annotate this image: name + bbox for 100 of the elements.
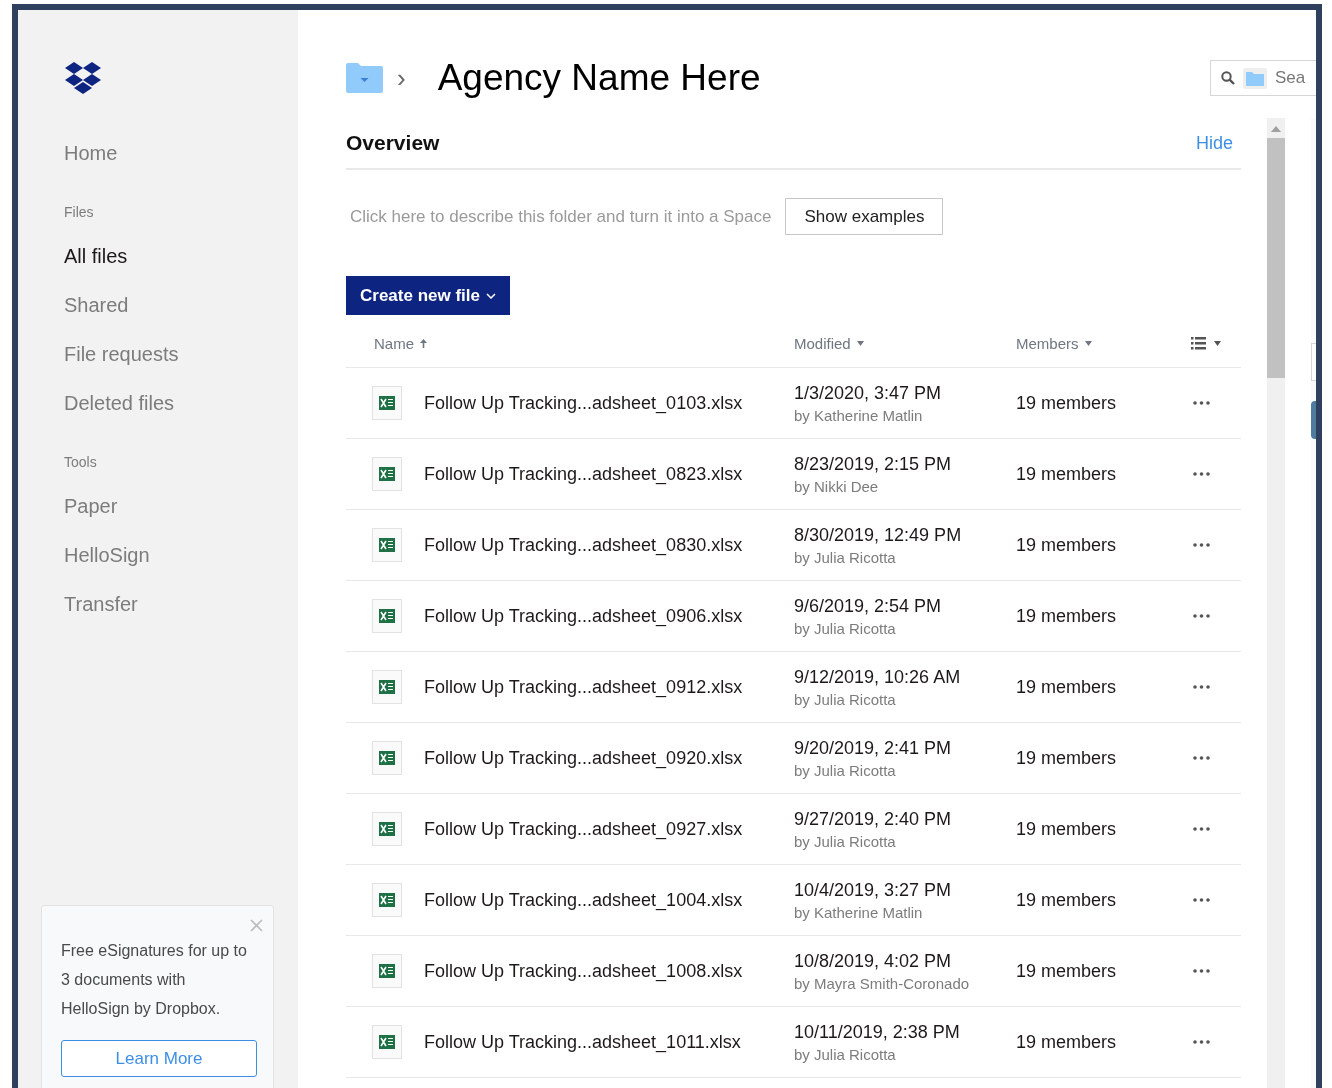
modified-by: by Julia Ricotta bbox=[794, 832, 896, 850]
spreadsheet-file-icon bbox=[372, 386, 402, 420]
sidebar-item[interactable]: Shared bbox=[64, 293, 129, 317]
sidebar-item[interactable]: Transfer bbox=[64, 592, 138, 616]
show-examples-button[interactable]: Show examples bbox=[785, 198, 944, 235]
more-button[interactable] bbox=[1191, 825, 1212, 833]
members-count: 19 members bbox=[1016, 960, 1118, 982]
folder-icon bbox=[1246, 70, 1264, 86]
more-icon bbox=[1193, 685, 1210, 689]
sidebar-item[interactable]: File requests bbox=[64, 342, 179, 366]
more-button[interactable] bbox=[1191, 754, 1212, 762]
members-count: 19 members bbox=[1016, 534, 1118, 556]
more-icon bbox=[1193, 756, 1210, 760]
file-name[interactable]: Follow Up Tracking...adsheet_1008.xlsx bbox=[424, 960, 794, 982]
sidebar-item[interactable]: Deleted files bbox=[64, 391, 175, 415]
modified-by: by Katherine Matlin bbox=[794, 903, 923, 921]
promo-text: Free eSignatures for up to 3 documents with HelloSign by Dropbox. bbox=[61, 941, 248, 1019]
spreadsheet-file-icon bbox=[372, 457, 402, 491]
search-icon bbox=[1221, 71, 1235, 85]
overview-heading: Overview bbox=[346, 131, 440, 155]
more-icon bbox=[1193, 898, 1210, 902]
dropbox-logo bbox=[64, 62, 102, 96]
modified-by: by Julia Ricotta bbox=[794, 761, 896, 779]
modified-by: by Julia Ricotta bbox=[794, 690, 896, 708]
more-button[interactable] bbox=[1191, 967, 1212, 975]
more-icon bbox=[1193, 543, 1210, 547]
sidebar-item[interactable]: All files bbox=[64, 244, 128, 268]
create-new-file-button[interactable]: Create new file bbox=[346, 276, 510, 315]
spreadsheet-file-icon bbox=[372, 741, 402, 775]
more-button[interactable] bbox=[1191, 1038, 1212, 1046]
breadcrumb-separator: › bbox=[397, 65, 406, 91]
modified-date: 9/6/2019, 2:54 PM bbox=[794, 595, 942, 617]
file-name[interactable]: Follow Up Tracking...adsheet_1004.xlsx bbox=[424, 889, 794, 911]
file-name[interactable]: Follow Up Tracking...adsheet_0920.xlsx bbox=[424, 747, 794, 769]
more-icon bbox=[1193, 827, 1210, 831]
scrollbar[interactable] bbox=[1267, 118, 1285, 1088]
spreadsheet-file-icon bbox=[372, 812, 402, 846]
more-button[interactable] bbox=[1191, 896, 1212, 904]
modified-by: by Katherine Matlin bbox=[794, 406, 923, 424]
more-icon bbox=[1193, 401, 1210, 405]
more-button[interactable] bbox=[1191, 683, 1212, 691]
sidebar-item[interactable]: HelloSign bbox=[64, 543, 150, 567]
scrollbar-thumb[interactable] bbox=[1267, 138, 1285, 378]
more-icon bbox=[1193, 614, 1210, 618]
more-button[interactable] bbox=[1191, 470, 1212, 478]
search-field[interactable]: Sea bbox=[1275, 68, 1315, 88]
members-count: 19 members bbox=[1016, 747, 1118, 769]
section-heading: Files bbox=[64, 204, 94, 220]
sidebar-item[interactable]: Paper bbox=[64, 494, 118, 518]
more-button[interactable] bbox=[1191, 541, 1212, 549]
file-name[interactable]: Follow Up Tracking...adsheet_0103.xlsx bbox=[424, 392, 794, 414]
list-view-icon bbox=[1191, 336, 1206, 350]
caret-icon bbox=[1084, 340, 1092, 346]
column-header[interactable]: Members bbox=[1016, 334, 1092, 352]
learn-more-button[interactable]: Learn More bbox=[61, 1040, 257, 1077]
sidebar-item[interactable]: Home bbox=[64, 141, 118, 165]
modified-by: by Julia Ricotta bbox=[794, 1045, 896, 1063]
file-name[interactable]: Follow Up Tracking...adsheet_0927.xlsx bbox=[424, 818, 794, 840]
modified-date: 10/11/2019, 2:38 PM bbox=[794, 1021, 960, 1043]
spreadsheet-file-icon bbox=[372, 1025, 402, 1059]
modified-date: 9/12/2019, 10:26 AM bbox=[794, 666, 961, 688]
modified-date: 9/27/2019, 2:40 PM bbox=[794, 808, 952, 830]
column-header[interactable]: Name bbox=[372, 334, 427, 352]
spreadsheet-file-icon bbox=[372, 954, 402, 988]
view-options-button[interactable] bbox=[1191, 336, 1221, 350]
modified-by: by Julia Ricotta bbox=[794, 548, 896, 566]
more-icon bbox=[1193, 1040, 1210, 1044]
spreadsheet-file-icon bbox=[372, 599, 402, 633]
more-icon bbox=[1193, 472, 1210, 476]
members-count: 19 members bbox=[1016, 463, 1118, 485]
members-count: 19 members bbox=[1016, 605, 1118, 627]
spreadsheet-file-icon bbox=[372, 670, 402, 704]
file-name[interactable]: Follow Up Tracking...adsheet_0823.xlsx bbox=[424, 463, 794, 485]
column-header[interactable]: Modified bbox=[794, 334, 864, 352]
file-name[interactable]: Follow Up Tracking...adsheet_0830.xlsx bbox=[424, 534, 794, 556]
file-name[interactable]: Follow Up Tracking...adsheet_0906.xlsx bbox=[424, 605, 794, 627]
cut-off-button[interactable] bbox=[1311, 401, 1316, 439]
file-name[interactable]: Follow Up Tracking...adsheet_0912.xlsx bbox=[424, 676, 794, 698]
caret-icon bbox=[1214, 340, 1221, 346]
more-button[interactable] bbox=[1191, 612, 1212, 620]
more-icon bbox=[1193, 969, 1210, 973]
members-count: 19 members bbox=[1016, 1031, 1118, 1053]
section-heading: Tools bbox=[64, 454, 97, 470]
sort-up-arrow-icon bbox=[420, 338, 427, 348]
modified-by: by Nikki Dee bbox=[794, 477, 879, 495]
members-count: 19 members bbox=[1016, 676, 1118, 698]
modified-date: 8/30/2019, 12:49 PM bbox=[794, 524, 962, 546]
members-count: 19 members bbox=[1016, 818, 1118, 840]
modified-date: 9/20/2019, 2:41 PM bbox=[794, 737, 952, 759]
modified-by: by Mayra Smith-Coronado bbox=[794, 974, 970, 992]
file-name[interactable]: Follow Up Tracking...adsheet_1011.xlsx bbox=[424, 1031, 794, 1053]
folder-title: Agency Name Here bbox=[437, 57, 761, 99]
members-count: 19 members bbox=[1016, 392, 1118, 414]
caret-icon bbox=[856, 340, 864, 346]
members-count: 19 members bbox=[1016, 889, 1118, 911]
more-button[interactable] bbox=[1191, 399, 1212, 407]
modified-date: 10/4/2019, 3:27 PM bbox=[794, 879, 952, 901]
spreadsheet-file-icon bbox=[372, 528, 402, 562]
modified-by: by Julia Ricotta bbox=[794, 619, 896, 637]
modified-date: 10/8/2019, 4:02 PM bbox=[794, 950, 952, 972]
